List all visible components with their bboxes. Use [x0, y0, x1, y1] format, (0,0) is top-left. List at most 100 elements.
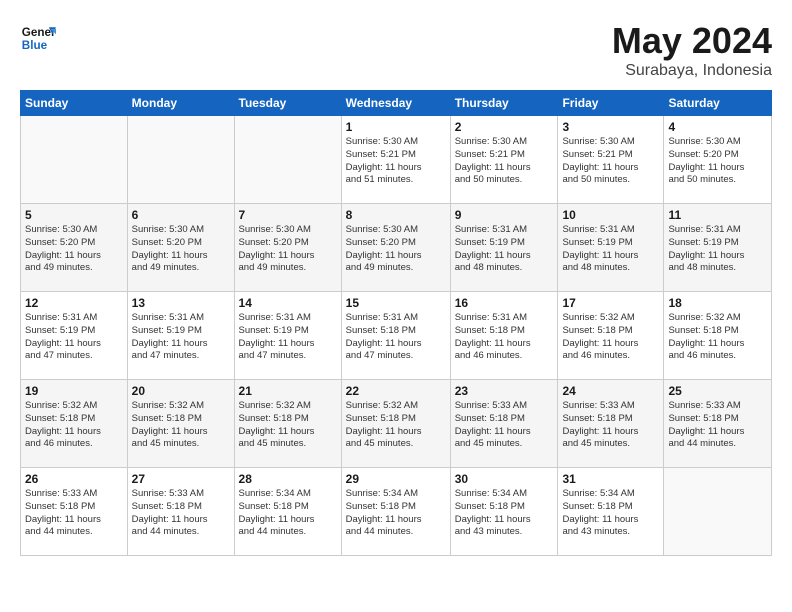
day-number: 20	[132, 384, 230, 398]
svg-text:Blue: Blue	[22, 39, 48, 52]
page: General Blue May 2024 Surabaya, Indonesi…	[0, 0, 792, 612]
day-number: 6	[132, 208, 230, 222]
day-cell: 29 Sunrise: 5:34 AMSunset: 5:18 PMDayligh…	[341, 468, 450, 556]
day-header-friday: Friday	[558, 91, 664, 116]
week-row-1: 1 Sunrise: 5:30 AMSunset: 5:21 PMDaylight…	[21, 116, 772, 204]
day-number: 11	[668, 208, 767, 222]
day-cell	[21, 116, 128, 204]
day-number: 21	[239, 384, 337, 398]
day-cell: 7 Sunrise: 5:30 AMSunset: 5:20 PMDaylight…	[234, 204, 341, 292]
day-cell: 3Sunrise: 5:30 AMSunset: 5:21 PMDaylight…	[558, 116, 664, 204]
day-number: 14	[239, 296, 337, 310]
day-number: 3	[562, 120, 659, 134]
day-cell: 24 Sunrise: 5:33 AMSunset: 5:18 PMDayligh…	[558, 380, 664, 468]
day-cell: 30 Sunrise: 5:34 AMSunset: 5:18 PMDayligh…	[450, 468, 558, 556]
day-info: Sunrise: 5:34 AMSunset: 5:18 PMDaylight:…	[455, 488, 554, 539]
day-cell: 14 Sunrise: 5:31 AMSunset: 5:19 PMDayligh…	[234, 292, 341, 380]
day-info: Sunrise: 5:32 AMSunset: 5:18 PMDaylight:…	[239, 400, 337, 451]
day-cell: 2 Sunrise: 5:30 AMSunset: 5:21 PMDaylight…	[450, 116, 558, 204]
day-cell: 28 Sunrise: 5:34 AMSunset: 5:18 PMDayligh…	[234, 468, 341, 556]
day-info: Sunrise: 5:33 AMSunset: 5:18 PMDaylight:…	[562, 400, 659, 451]
day-number: 27	[132, 472, 230, 486]
day-info: Sunrise: 5:32 AMSunset: 5:18 PMDaylight:…	[668, 312, 767, 363]
day-cell: 19 Sunrise: 5:32 AMSunset: 5:18 PMDayligh…	[21, 380, 128, 468]
day-info: Sunrise: 5:33 AMSunset: 5:18 PMDaylight:…	[455, 400, 554, 451]
day-cell: 20 Sunrise: 5:32 AMSunset: 5:18 PMDayligh…	[127, 380, 234, 468]
days-header-row: SundayMondayTuesdayWednesdayThursdayFrid…	[21, 91, 772, 116]
day-info: Sunrise: 5:32 AMSunset: 5:18 PMDaylight:…	[132, 400, 230, 451]
day-number: 17	[562, 296, 659, 310]
day-info: Sunrise: 5:30 AMSunset: 5:20 PMDaylight:…	[239, 224, 337, 275]
day-number: 24	[562, 384, 659, 398]
day-info: Sunrise: 5:33 AMSunset: 5:18 PMDaylight:…	[668, 400, 767, 451]
week-row-3: 12 Sunrise: 5:31 AMSunset: 5:19 PMDayligh…	[21, 292, 772, 380]
day-number: 22	[346, 384, 446, 398]
day-info: Sunrise: 5:31 AMSunset: 5:19 PMDaylight:…	[668, 224, 767, 275]
day-cell	[234, 116, 341, 204]
day-cell: 13Sunrise: 5:31 AMSunset: 5:19 PMDayligh…	[127, 292, 234, 380]
day-cell: 5 Sunrise: 5:30 AMSunset: 5:20 PMDaylight…	[21, 204, 128, 292]
day-number: 23	[455, 384, 554, 398]
day-info: Sunrise: 5:33 AMSunset: 5:18 PMDaylight:…	[25, 488, 123, 539]
logo: General Blue	[20, 20, 56, 56]
day-number: 26	[25, 472, 123, 486]
day-header-sunday: Sunday	[21, 91, 128, 116]
day-header-monday: Monday	[127, 91, 234, 116]
day-info: Sunrise: 5:34 AMSunset: 5:18 PMDaylight:…	[346, 488, 446, 539]
day-info: Sunrise: 5:34 AMSunset: 5:18 PMDaylight:…	[239, 488, 337, 539]
day-info: Sunrise: 5:32 AMSunset: 5:18 PMDaylight:…	[562, 312, 659, 363]
day-cell: 15Sunrise: 5:31 AMSunset: 5:18 PMDayligh…	[341, 292, 450, 380]
day-number: 10	[562, 208, 659, 222]
day-number: 1	[346, 120, 446, 134]
day-header-thursday: Thursday	[450, 91, 558, 116]
day-info: Sunrise: 5:32 AMSunset: 5:18 PMDaylight:…	[346, 400, 446, 451]
day-number: 13	[132, 296, 230, 310]
day-info: Sunrise: 5:30 AMSunset: 5:20 PMDaylight:…	[25, 224, 123, 275]
day-number: 31	[562, 472, 659, 486]
day-info: Sunrise: 5:30 AMSunset: 5:20 PMDaylight:…	[668, 136, 767, 187]
day-header-wednesday: Wednesday	[341, 91, 450, 116]
day-number: 29	[346, 472, 446, 486]
day-cell: 22 Sunrise: 5:32 AMSunset: 5:18 PMDayligh…	[341, 380, 450, 468]
day-header-tuesday: Tuesday	[234, 91, 341, 116]
title-block: May 2024 Surabaya, Indonesia	[612, 20, 772, 80]
day-cell: 23 Sunrise: 5:33 AMSunset: 5:18 PMDayligh…	[450, 380, 558, 468]
day-cell: 26 Sunrise: 5:33 AMSunset: 5:18 PMDayligh…	[21, 468, 128, 556]
week-row-4: 19 Sunrise: 5:32 AMSunset: 5:18 PMDayligh…	[21, 380, 772, 468]
day-number: 18	[668, 296, 767, 310]
day-info: Sunrise: 5:31 AMSunset: 5:18 PMDaylight:…	[455, 312, 554, 363]
day-info: Sunrise: 5:32 AMSunset: 5:18 PMDaylight:…	[25, 400, 123, 451]
day-info: Sunrise: 5:31 AMSunset: 5:18 PMDaylight:…	[346, 312, 446, 363]
week-row-5: 26 Sunrise: 5:33 AMSunset: 5:18 PMDayligh…	[21, 468, 772, 556]
day-number: 19	[25, 384, 123, 398]
day-info: Sunrise: 5:33 AMSunset: 5:18 PMDaylight:…	[132, 488, 230, 539]
day-number: 12	[25, 296, 123, 310]
day-number: 7	[239, 208, 337, 222]
month-title: May 2024	[612, 20, 772, 62]
day-info: Sunrise: 5:31 AMSunset: 5:19 PMDaylight:…	[239, 312, 337, 363]
day-cell: 25Sunrise: 5:33 AMSunset: 5:18 PMDayligh…	[664, 380, 772, 468]
day-info: Sunrise: 5:30 AMSunset: 5:20 PMDaylight:…	[346, 224, 446, 275]
day-info: Sunrise: 5:31 AMSunset: 5:19 PMDaylight:…	[455, 224, 554, 275]
day-number: 30	[455, 472, 554, 486]
day-number: 8	[346, 208, 446, 222]
logo-icon: General Blue	[20, 20, 56, 56]
day-cell: 4Sunrise: 5:30 AMSunset: 5:20 PMDaylight…	[664, 116, 772, 204]
calendar: SundayMondayTuesdayWednesdayThursdayFrid…	[20, 90, 772, 556]
week-row-2: 5 Sunrise: 5:30 AMSunset: 5:20 PMDaylight…	[21, 204, 772, 292]
day-cell: 11 Sunrise: 5:31 AMSunset: 5:19 PMDayligh…	[664, 204, 772, 292]
day-number: 16	[455, 296, 554, 310]
day-number: 5	[25, 208, 123, 222]
header: General Blue May 2024 Surabaya, Indonesi…	[20, 20, 772, 80]
day-info: Sunrise: 5:30 AMSunset: 5:21 PMDaylight:…	[455, 136, 554, 187]
day-cell: 1Sunrise: 5:30 AMSunset: 5:21 PMDaylight…	[341, 116, 450, 204]
day-cell: 18 Sunrise: 5:32 AMSunset: 5:18 PMDayligh…	[664, 292, 772, 380]
day-cell: 17 Sunrise: 5:32 AMSunset: 5:18 PMDayligh…	[558, 292, 664, 380]
day-number: 28	[239, 472, 337, 486]
day-header-saturday: Saturday	[664, 91, 772, 116]
day-info: Sunrise: 5:31 AMSunset: 5:19 PMDaylight:…	[25, 312, 123, 363]
day-info: Sunrise: 5:31 AMSunset: 5:19 PMDaylight:…	[562, 224, 659, 275]
day-cell: 12 Sunrise: 5:31 AMSunset: 5:19 PMDayligh…	[21, 292, 128, 380]
subtitle: Surabaya, Indonesia	[612, 62, 772, 80]
day-number: 2	[455, 120, 554, 134]
